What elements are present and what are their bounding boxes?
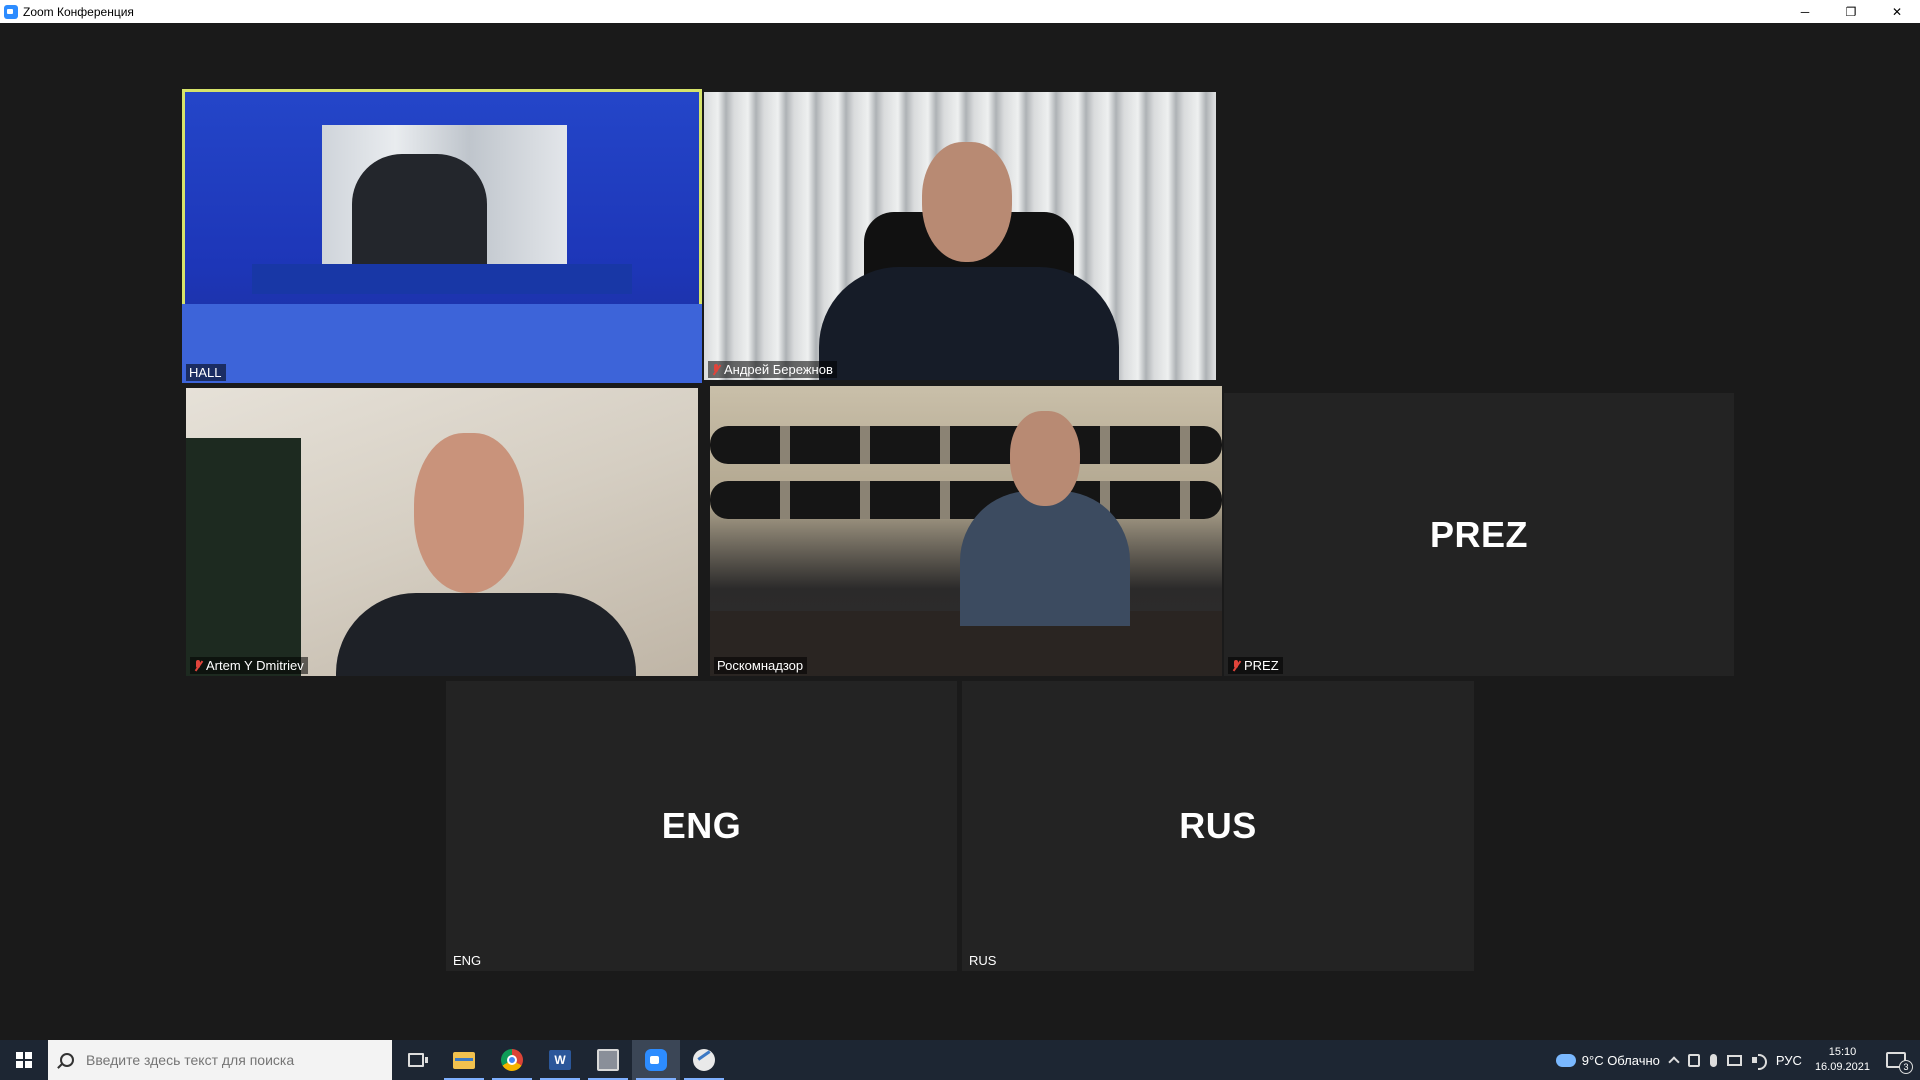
participant-name-label: Андрей Бережнов [708, 361, 837, 378]
participant-body [336, 593, 636, 676]
video-tile-andrey[interactable]: Андрей Бережнов [704, 92, 1216, 380]
clock[interactable]: 15:10 16.09.2021 [1807, 1045, 1878, 1075]
chrome-icon [501, 1049, 523, 1071]
video-tile-rus[interactable]: RUS RUS [962, 681, 1474, 971]
participant-name-label: ENG [450, 952, 485, 969]
restore-button[interactable]: ❐ [1828, 0, 1874, 23]
participant-name: HALL [189, 365, 222, 380]
participant-name: ENG [453, 953, 482, 968]
video-tile-hall[interactable]: HALL [182, 89, 702, 383]
network-icon [1726, 1054, 1742, 1066]
participant-face [1010, 411, 1080, 506]
clock-date: 16.09.2021 [1814, 1061, 1870, 1073]
participant-display-name: PREZ [1429, 513, 1528, 555]
close-button[interactable]: ✕ [1874, 0, 1920, 23]
paint-button[interactable] [680, 1040, 728, 1080]
word-button[interactable]: W [536, 1040, 584, 1080]
search-input[interactable] [86, 1052, 376, 1068]
hall-stage [182, 304, 702, 383]
photo-app-icon [597, 1049, 619, 1071]
participant-face [922, 142, 1012, 262]
zoom-icon [645, 1049, 667, 1071]
minimize-button[interactable]: ─ [1782, 0, 1828, 23]
chrome-button[interactable] [488, 1040, 536, 1080]
participant-name: PREZ [1244, 658, 1279, 673]
mic-muted-icon [1231, 659, 1241, 672]
volume-icon [1751, 1054, 1767, 1070]
start-button[interactable] [0, 1040, 48, 1080]
tray-app-button[interactable] [1683, 1040, 1705, 1080]
window-controls: ─ ❐ ✕ [1782, 0, 1920, 23]
windows-taskbar: W 9°C Облачно РУС 15:10 16.09.2021 3 [0, 1040, 1920, 1080]
zoom-button[interactable] [632, 1040, 680, 1080]
chairs-row [710, 481, 1222, 519]
search-icon [60, 1053, 74, 1067]
word-icon: W [549, 1050, 571, 1070]
file-explorer-icon [453, 1051, 475, 1069]
participant-name-label: PREZ [1228, 657, 1283, 674]
video-tile-artem[interactable]: Artem Y Dmitriev [186, 388, 698, 676]
clock-time: 15:10 [1828, 1046, 1857, 1058]
volume-button[interactable] [1747, 1040, 1771, 1080]
paint-icon [693, 1049, 715, 1071]
file-explorer-button[interactable] [440, 1040, 488, 1080]
participant-body [819, 267, 1119, 380]
video-tile-prez[interactable]: PREZ PREZ [1224, 393, 1734, 676]
show-hidden-icons-button[interactable] [1665, 1040, 1683, 1080]
network-button[interactable] [1722, 1040, 1747, 1080]
cloud-icon [1555, 1053, 1576, 1067]
photo-app-button[interactable] [584, 1040, 632, 1080]
input-language-button[interactable]: РУС [1771, 1040, 1807, 1080]
mic-muted-icon [193, 659, 203, 672]
microphone-button[interactable] [1705, 1040, 1722, 1080]
window-titlebar: Zoom Конференция ─ ❐ ✕ [0, 0, 1920, 23]
task-view-icon [408, 1053, 428, 1067]
video-tile-eng[interactable]: ENG ENG [446, 681, 957, 971]
microphone-icon [1709, 1053, 1717, 1067]
taskbar-search[interactable] [48, 1040, 392, 1080]
participant-name-label: Artem Y Dmitriev [190, 657, 308, 674]
participant-display-name: ENG [661, 805, 742, 846]
camera-icon [1687, 1053, 1700, 1067]
participant-body [960, 491, 1130, 626]
window-title: Zoom Конференция [23, 4, 134, 19]
participant-name-label: HALL [186, 364, 226, 381]
zoom-app-icon [4, 4, 18, 19]
participant-name: Artem Y Dmitriev [206, 658, 304, 673]
notification-count-badge: 3 [1899, 1060, 1913, 1074]
mic-muted-icon [711, 363, 721, 376]
weather-text: 9°C Облачно [1581, 1052, 1660, 1068]
participant-display-name: RUS [1179, 805, 1257, 846]
task-view-button[interactable] [392, 1040, 440, 1080]
weather-widget[interactable]: 9°C Облачно [1551, 1040, 1665, 1080]
chevron-up-icon [1668, 1056, 1680, 1068]
video-tile-roskomnadzor[interactable]: Роскомнадзор [710, 386, 1222, 676]
notifications-button[interactable]: 3 [1886, 1052, 1913, 1074]
windows-logo-icon [16, 1052, 32, 1068]
hall-screen-person [352, 154, 487, 269]
system-tray: 9°C Облачно РУС 15:10 16.09.2021 3 [1551, 1040, 1920, 1080]
hall-banner [252, 264, 632, 294]
gallery-view: HALL Андрей Бережнов Artem Y Dmitriev Ро… [0, 23, 1920, 1040]
participant-face [414, 433, 524, 593]
participant-name: RUS [969, 953, 997, 968]
participant-name: Роскомнадзор [717, 658, 804, 673]
participant-name: Андрей Бережнов [724, 362, 833, 377]
participant-name-label: RUS [966, 952, 1000, 969]
participant-name-label: Роскомнадзор [714, 657, 808, 674]
chairs-row [710, 426, 1222, 464]
cabinet [186, 438, 301, 676]
